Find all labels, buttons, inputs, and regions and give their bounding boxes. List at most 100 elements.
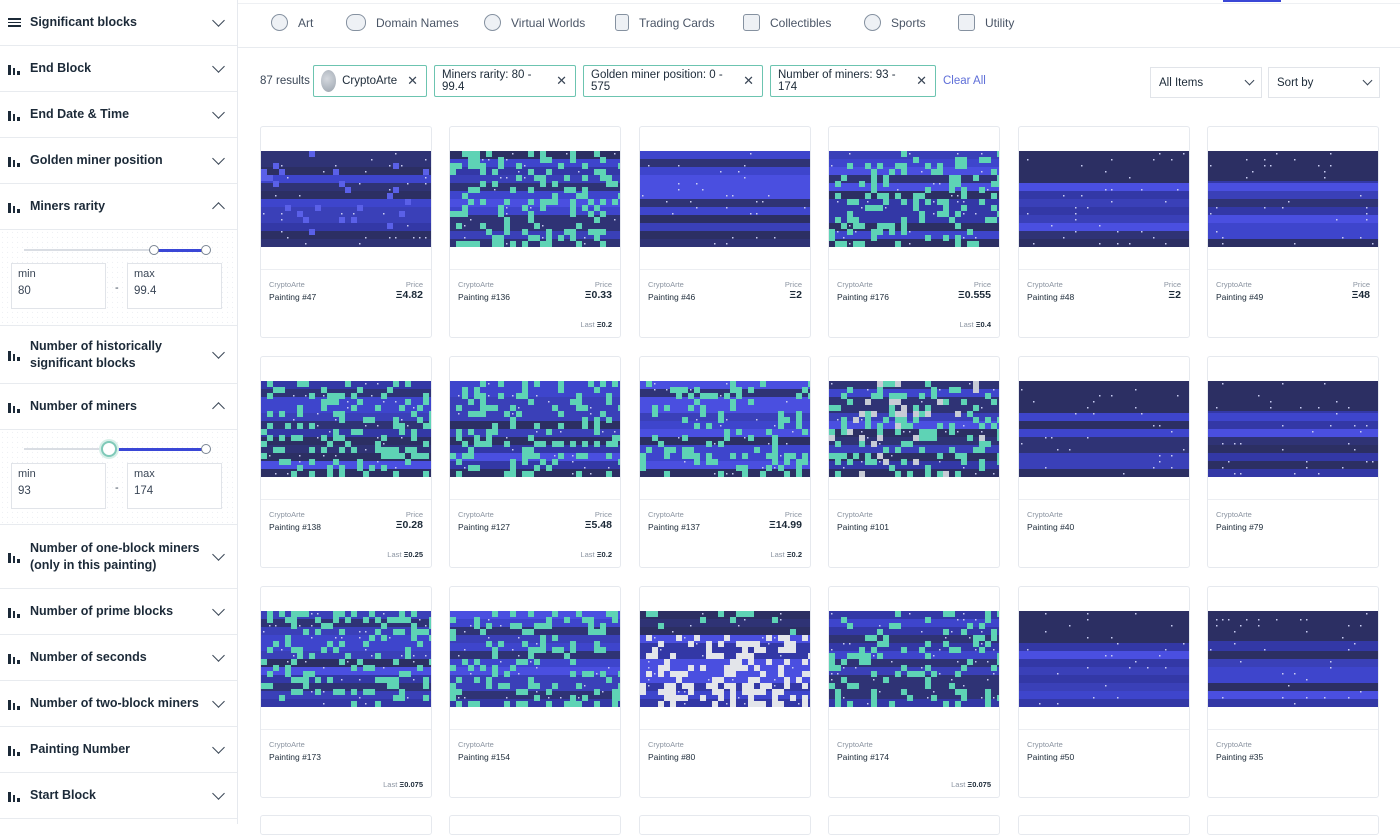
bar-chart-icon bbox=[8, 744, 21, 756]
price-value: Ξ0.33 bbox=[584, 289, 612, 301]
filter-chip-collection[interactable]: CryptoArte ✕ bbox=[313, 65, 427, 97]
nft-card[interactable]: CryptoArte Painting #176 Price Ξ0.555 Last Ξ… bbox=[828, 126, 1000, 338]
min-field[interactable]: min 80 bbox=[11, 263, 106, 309]
bar-chart-icon bbox=[8, 201, 21, 213]
range-min-handle[interactable] bbox=[101, 441, 117, 457]
category-utility[interactable]: Utility bbox=[958, 14, 1014, 31]
filter-prime-blocks[interactable]: Number of prime blocks bbox=[0, 589, 237, 635]
filter-painting-number[interactable]: Painting Number bbox=[0, 727, 237, 773]
collection-name: CryptoArte bbox=[837, 510, 873, 519]
filter-significant-blocks[interactable]: Significant blocks bbox=[0, 0, 237, 46]
nft-card[interactable]: CryptoArte Painting #50 bbox=[1018, 586, 1190, 798]
range-track[interactable] bbox=[24, 245, 211, 255]
painting-name: Painting #101 bbox=[837, 522, 889, 532]
nft-card[interactable]: CryptoArte Painting #173 Last Ξ0.075 bbox=[260, 586, 432, 798]
category-label: Art bbox=[298, 15, 314, 30]
painting-image bbox=[640, 611, 810, 707]
category-trading-cards[interactable]: Trading Cards bbox=[615, 14, 715, 31]
nft-card[interactable]: CryptoArte Painting #101 bbox=[828, 356, 1000, 568]
range-track[interactable] bbox=[24, 441, 211, 457]
painting-image bbox=[640, 151, 810, 247]
filter-golden-miner-position[interactable]: Golden miner position bbox=[0, 138, 237, 184]
card-divider bbox=[261, 499, 431, 500]
category-collectibles[interactable]: Collectibles bbox=[743, 14, 831, 31]
min-field[interactable]: min 93 bbox=[11, 463, 106, 509]
close-icon[interactable]: ✕ bbox=[916, 73, 927, 89]
last-label: Last bbox=[959, 320, 974, 329]
category-domain-names[interactable]: Domain Names bbox=[346, 14, 459, 31]
close-icon[interactable]: ✕ bbox=[556, 73, 567, 89]
clear-all-link[interactable]: Clear All bbox=[943, 75, 986, 87]
collection-name: CryptoArte bbox=[458, 510, 494, 519]
filter-label: Number of one-block miners (only in this… bbox=[30, 540, 200, 572]
painting-name: Painting #174 bbox=[837, 752, 889, 762]
card-divider bbox=[261, 729, 431, 730]
max-field[interactable]: max 174 bbox=[127, 463, 222, 509]
filter-one-block-miners[interactable]: Number of one-block miners (only in this… bbox=[0, 525, 237, 589]
filter-label: Number of two-block miners bbox=[30, 696, 199, 710]
range-max-handle[interactable] bbox=[201, 245, 211, 255]
category-label: Trading Cards bbox=[639, 15, 715, 30]
filter-chip-miners-rarity[interactable]: Miners rarity: 80 - 99.4 ✕ bbox=[434, 65, 576, 97]
collection-name: CryptoArte bbox=[1027, 510, 1063, 519]
filter-end-date-time[interactable]: End Date & Time bbox=[0, 92, 237, 138]
painting-image bbox=[829, 381, 999, 477]
collection-name: CryptoArte bbox=[269, 740, 305, 749]
nft-card[interactable]: CryptoArte Painting #40 bbox=[1018, 356, 1190, 568]
filter-chip-golden-miner[interactable]: Golden miner position: 0 - 575 ✕ bbox=[583, 65, 763, 97]
max-field[interactable]: max 99.4 bbox=[127, 263, 222, 309]
nft-card[interactable]: CryptoArte Painting #48 Price Ξ2 bbox=[1018, 126, 1190, 338]
painting-image bbox=[450, 151, 620, 247]
max-label: max bbox=[134, 268, 155, 280]
filter-number-of-miners[interactable]: Number of miners bbox=[0, 384, 237, 430]
last-label: Last bbox=[951, 780, 966, 789]
painting-name: Painting #47 bbox=[269, 292, 317, 302]
card-divider bbox=[261, 269, 431, 270]
painting-name: Painting #48 bbox=[1027, 292, 1075, 302]
min-value: 93 bbox=[18, 485, 31, 497]
nft-card[interactable]: CryptoArte Painting #154 bbox=[449, 586, 621, 798]
items-select[interactable]: All Items bbox=[1150, 67, 1262, 98]
filter-start-block[interactable]: Start Block bbox=[0, 773, 237, 819]
nft-card[interactable]: CryptoArte Painting #174 Last Ξ0.075 bbox=[828, 586, 1000, 798]
utility-icon bbox=[958, 14, 975, 31]
filter-end-block[interactable]: End Block bbox=[0, 46, 237, 92]
last-sale: Last Ξ0.25 bbox=[387, 550, 423, 559]
range-max-handle[interactable] bbox=[201, 444, 211, 454]
filter-label: Golden miner position bbox=[30, 153, 163, 167]
filter-label: Number of seconds bbox=[30, 650, 147, 664]
nft-card[interactable]: CryptoArte Painting #47 Price Ξ4.82 bbox=[260, 126, 432, 338]
card-divider bbox=[450, 729, 620, 730]
nft-card[interactable]: CryptoArte Painting #127 Price Ξ5.48 Last Ξ0… bbox=[449, 356, 621, 568]
nft-card[interactable]: CryptoArte Painting #136 Price Ξ0.33 Last Ξ0… bbox=[449, 126, 621, 338]
nft-card[interactable]: CryptoArte Painting #49 Price Ξ48 bbox=[1207, 126, 1379, 338]
sort-select[interactable]: Sort by bbox=[1268, 67, 1380, 98]
painting-image bbox=[261, 151, 431, 247]
nft-card[interactable]: CryptoArte Painting #80 bbox=[639, 586, 811, 798]
divider bbox=[238, 3, 1400, 4]
card-divider bbox=[1208, 269, 1378, 270]
nft-card[interactable]: CryptoArte Painting #46 Price Ξ2 bbox=[639, 126, 811, 338]
collection-name: CryptoArte bbox=[1216, 510, 1252, 519]
chip-label: Number of miners: 93 - 174 bbox=[778, 69, 896, 93]
close-icon[interactable]: ✕ bbox=[407, 73, 418, 89]
min-label: min bbox=[18, 468, 36, 480]
filter-number-of-seconds[interactable]: Number of seconds bbox=[0, 635, 237, 681]
filter-two-block-miners[interactable]: Number of two-block miners bbox=[0, 681, 237, 727]
filter-label: End Date & Time bbox=[30, 107, 130, 121]
chevron-down-icon bbox=[212, 547, 225, 561]
nft-card[interactable]: CryptoArte Painting #137 Price Ξ14.99 Last Ξ… bbox=[639, 356, 811, 568]
category-art[interactable]: Art bbox=[271, 14, 313, 31]
nft-card[interactable]: CryptoArte Painting #138 Price Ξ0.28 Last Ξ0… bbox=[260, 356, 432, 568]
close-icon[interactable]: ✕ bbox=[743, 73, 754, 89]
category-virtual-worlds[interactable]: Virtual Worlds bbox=[484, 14, 585, 31]
filter-historically-significant-blocks[interactable]: Number of historically significant block… bbox=[0, 326, 237, 384]
painting-image bbox=[1019, 151, 1189, 247]
nft-card[interactable]: CryptoArte Painting #79 bbox=[1207, 356, 1379, 568]
category-sports[interactable]: Sports bbox=[864, 14, 926, 31]
filter-miners-rarity[interactable]: Miners rarity bbox=[0, 184, 237, 230]
range-min-handle[interactable] bbox=[149, 245, 159, 255]
filter-chip-number-of-miners[interactable]: Number of miners: 93 - 174 ✕ bbox=[770, 65, 936, 97]
nft-card[interactable]: CryptoArte Painting #35 bbox=[1207, 586, 1379, 798]
collection-avatar bbox=[321, 70, 337, 92]
